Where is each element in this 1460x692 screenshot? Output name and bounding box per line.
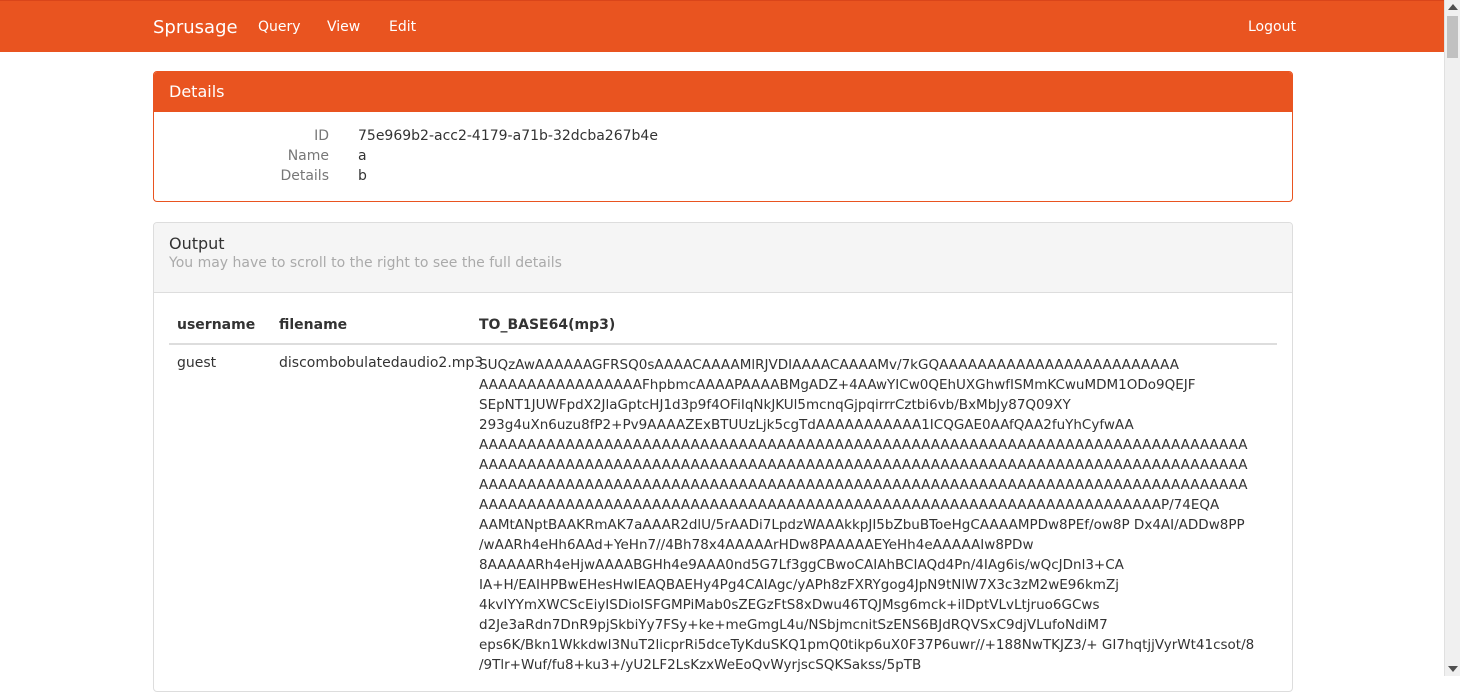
base64-line: AAAAAAAAAAAAAAAAAAAAAAAAAAAAAAAAAAAAAAAA…: [479, 477, 1248, 493]
base64-line: AAAAAAAAAAAAAAAAAAAAAAAAAAAAAAAAAAAAAAAA…: [479, 437, 1248, 453]
column-header-username: username: [177, 317, 256, 333]
detail-value: 75e969b2-acc2-4179-a71b-32dcba267b4e: [358, 128, 658, 144]
output-subtitle: You may have to scroll to the right to s…: [169, 255, 562, 271]
base64-line: AAAAAAAAAAAAAAAAAAAAAAAAAAAAAAAAAAAAAAAA…: [479, 457, 1248, 473]
base64-line: AAMtANptBAAKRmAK7aAAAR2dlU/5rAADi7LpdzWA…: [479, 517, 1245, 533]
detail-label: Name: [287, 148, 329, 164]
details-heading: Details: [154, 72, 1292, 112]
column-header-mp3: TO_BASE64(mp3): [479, 317, 616, 333]
logout-link[interactable]: Logout: [1248, 19, 1296, 35]
scroll-down-arrow-icon[interactable]: [1448, 666, 1458, 672]
top-navbar: Sprusage Query View Edit Logout: [0, 0, 1444, 52]
detail-row-details: Details b: [154, 168, 1292, 188]
base64-line: 8AAAAARh4eHjwAAAABGHh4e9AAA0nd5G7Lf3ggCB…: [479, 557, 1124, 573]
base64-line: AAAAAAAAAAAAAAAAAFhpbmcAAAAPAAAABMgADZ+4…: [479, 377, 1196, 393]
cell-username: guest: [177, 355, 217, 371]
brand-link[interactable]: Sprusage: [153, 17, 238, 38]
base64-line: IA+H/EAIHPBwEHesHwIEAQBAEHy4Pg4CAIAgc/yA…: [479, 577, 1119, 593]
output-heading: Output You may have to scroll to the rig…: [154, 223, 1292, 293]
scrollbar-thumb[interactable]: [1447, 16, 1458, 58]
base64-line: 4kvIYYmXWCScEiyISDioISFGMPiMab0sZEGzFtS8…: [479, 597, 1100, 613]
output-title: Output: [169, 234, 225, 253]
base64-line: d2Je3aRdn7DnR9pjSkbiYy7FSy+ke+meGmgL4u/N…: [479, 617, 1108, 633]
nav-edit[interactable]: Edit: [389, 19, 416, 35]
column-header-filename: filename: [279, 317, 348, 333]
base64-line: /9Tlr+Wuf/fu8+ku3+/yU2LF2LsKzxWeEoQvWyrj…: [479, 657, 922, 673]
table-header-divider: [169, 343, 1277, 345]
detail-label: Details: [280, 168, 329, 184]
output-panel[interactable]: Output You may have to scroll to the rig…: [153, 222, 1293, 692]
detail-value: a: [358, 148, 367, 164]
page-scrollbar[interactable]: [1444, 0, 1460, 676]
nav-query[interactable]: Query: [258, 19, 301, 35]
cell-base64-mp3: SUQzAwAAAAAAGFRSQ0sAAAACAAAAMlRJVDIAAAAC…: [479, 355, 1254, 675]
base64-line: SEpNT1JUWFpdX2JlaGptcHJ1d3p9f4OFiIqNkJKU…: [479, 397, 1071, 413]
base64-line: SUQzAwAAAAAAGFRSQ0sAAAACAAAAMlRJVDIAAAAC…: [479, 357, 1179, 373]
base64-line: /wAARh4eHh6AAd+YeHn7//4Bh78x4AAAAArHDw8P…: [479, 537, 1034, 553]
detail-row-name: Name a: [154, 148, 1292, 168]
detail-row-id: ID 75e969b2-acc2-4179-a71b-32dcba267b4e: [154, 128, 1292, 148]
detail-label: ID: [314, 128, 329, 144]
base64-line: eps6K/Bkn1Wkkdwl3NuT2licprRi5dceTyKduSKQ…: [479, 637, 1255, 653]
details-panel: Details ID 75e969b2-acc2-4179-a71b-32dcb…: [153, 71, 1293, 202]
nav-view[interactable]: View: [327, 19, 360, 35]
base64-line: AAAAAAAAAAAAAAAAAAAAAAAAAAAAAAAAAAAAAAAA…: [479, 497, 1220, 513]
scroll-up-arrow-icon[interactable]: [1448, 4, 1458, 10]
cell-filename: discombobulatedaudio2.mp3: [279, 355, 484, 371]
detail-value: b: [358, 168, 367, 184]
base64-line: 293g4uXn6uzu8fP2+Pv9AAAAZExBTUUzLjk5cgTd…: [479, 417, 1134, 433]
